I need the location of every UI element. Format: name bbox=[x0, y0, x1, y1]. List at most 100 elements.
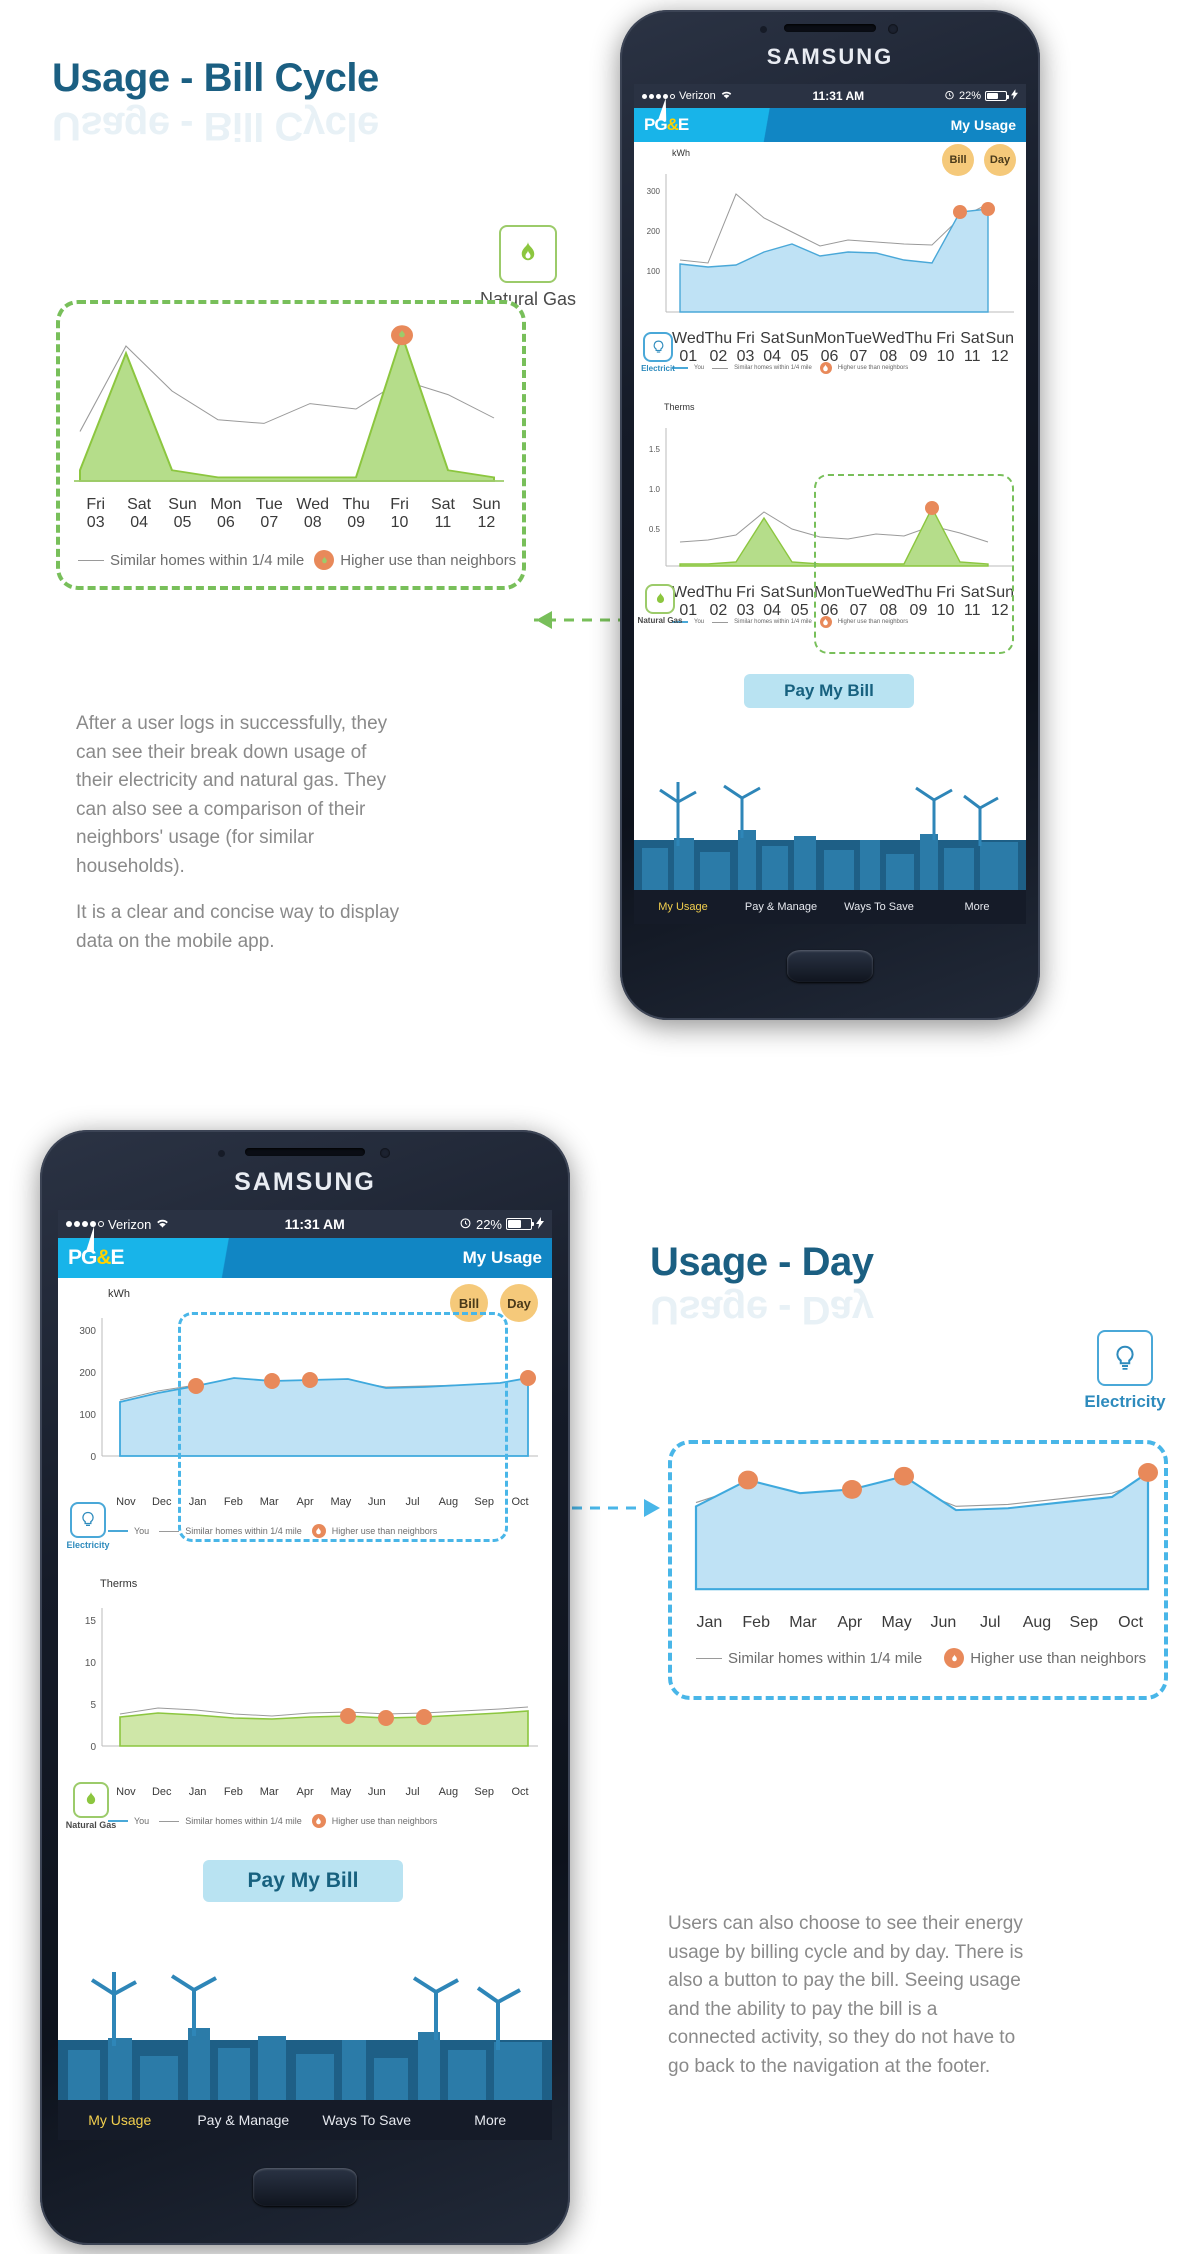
axis-tick: Jan bbox=[188, 1786, 207, 1798]
electricity-badge-callout: Electricity bbox=[1082, 1330, 1168, 1412]
axis-tick: Sat 11 bbox=[960, 584, 985, 620]
wifi-icon bbox=[155, 1217, 170, 1232]
gas-area-chart-2: 15 10 5 0 bbox=[85, 1608, 538, 1753]
y-tick-1-0: 1.0 bbox=[649, 485, 661, 494]
natural-gas-badge-1[interactable]: Natural Gas bbox=[636, 584, 684, 625]
flame-pin-icon bbox=[819, 616, 832, 628]
home-button[interactable] bbox=[787, 950, 873, 982]
y-tick-0: 0 bbox=[90, 1452, 96, 1463]
axis-tick: Jul bbox=[979, 1614, 1001, 1631]
app-header-2: PG&E My Usage bbox=[58, 1225, 552, 1278]
home-button[interactable] bbox=[253, 2168, 357, 2206]
lightbulb-icon bbox=[643, 332, 673, 362]
y-tick-1-5: 1.5 bbox=[649, 445, 661, 454]
y-tick-15: 15 bbox=[85, 1616, 97, 1627]
axis-tick: Apr bbox=[296, 1786, 314, 1798]
nav-item-ways-to-save[interactable]: Ways To Save bbox=[830, 901, 928, 913]
status-time: 11:31 AM bbox=[284, 1216, 345, 1232]
flame-pin-icon bbox=[314, 550, 335, 570]
legend-similar-homes: Similar homes within 1/4 mile bbox=[159, 1526, 302, 1536]
axis-tick: Jan bbox=[188, 1496, 207, 1508]
axis-tick: Aug bbox=[438, 1786, 459, 1798]
flame-pin-icon bbox=[311, 1814, 326, 1828]
natural-gas-badge-2[interactable]: Natural Gas bbox=[60, 1782, 122, 1830]
alarm-clock-icon bbox=[944, 89, 955, 103]
electricity-area-chart-1: 300 200 100 bbox=[647, 174, 1014, 313]
phone-bottom-bezel bbox=[620, 924, 1040, 1020]
y-axis-unit-therms: Therms bbox=[664, 402, 695, 412]
app-screen-title: My Usage bbox=[950, 117, 1016, 133]
electricity-x-axis-2: Nov Dec Jan Feb Mar Apr May Jun Jul Aug … bbox=[108, 1496, 538, 1509]
description-paragraph-1: After a user logs in successfully, they … bbox=[76, 713, 388, 877]
legend-higher-use: Higher use than neighbors bbox=[819, 362, 908, 374]
legend-higher-use: Higher use than neighbors bbox=[311, 1524, 437, 1538]
nav-item-my-usage[interactable]: My Usage bbox=[58, 2112, 182, 2128]
legend-similar-homes: Similar homes within 1/4 mile bbox=[712, 619, 812, 625]
battery-percent-label: 22% bbox=[475, 1216, 502, 1232]
alarm-clock-icon bbox=[459, 1216, 472, 1232]
page-title-usage-day: Usage - Day Usage - Day bbox=[650, 1240, 874, 1332]
carrier-label: Verizon bbox=[108, 1216, 152, 1232]
description-usage-day: Users can also choose to see their energ… bbox=[668, 1910, 1028, 2081]
axis-tick: Thu 09 bbox=[904, 330, 933, 366]
axis-tick: Jun bbox=[930, 1614, 957, 1631]
section-usage-day: Usage - Day Usage - Day Electricity Jan … bbox=[0, 1130, 1200, 2254]
pay-my-bill-button[interactable]: Pay My Bill bbox=[203, 1860, 403, 1902]
electricity-label-callout: Electricity bbox=[1084, 1392, 1166, 1411]
axis-tick: Sat 04 bbox=[127, 496, 152, 532]
electricity-area-chart-2: 300 200 100 0 bbox=[79, 1318, 538, 1463]
phone-screen-2: Verizon 11:31 AM 22% PG&E My Usage Bill … bbox=[58, 1210, 552, 2140]
axis-tick: Sun 05 bbox=[168, 496, 197, 532]
axis-tick: Jun bbox=[367, 1496, 386, 1508]
nav-item-my-usage[interactable]: My Usage bbox=[634, 901, 732, 913]
line-swatch-icon bbox=[159, 1820, 180, 1822]
axis-tick: Jul bbox=[405, 1786, 420, 1798]
electricity-badge-2[interactable]: Electricity bbox=[60, 1502, 116, 1550]
bottom-navigation-1[interactable]: My Usage Pay & Manage Ways To Save More bbox=[634, 890, 1026, 924]
y-tick-300: 300 bbox=[647, 187, 661, 196]
device-brand-label: SAMSUNG bbox=[234, 1168, 376, 1196]
gas-x-axis-2: Nov Dec Jan Feb Mar Apr May Jun Jul Aug … bbox=[108, 1786, 538, 1799]
nav-item-pay-manage[interactable]: Pay & Manage bbox=[732, 901, 830, 913]
gas-flame-icon bbox=[73, 1782, 109, 1818]
axis-tick: Tue 07 bbox=[255, 496, 283, 532]
axis-tick: Apr bbox=[296, 1496, 314, 1508]
electricity-chart-block-2: kWh 300 200 100 0 Nov Dec Jan Feb Mar Ap… bbox=[68, 1288, 544, 1558]
axis-tick: Fri 10 bbox=[936, 330, 955, 366]
flame-pin-icon bbox=[819, 362, 832, 374]
signal-strength-icon bbox=[66, 1221, 104, 1227]
legend-similar-homes: Similar homes within 1/4 mile bbox=[712, 365, 812, 371]
electricity-x-axis-callout: Jan Feb Mar Apr May Jun Jul Aug Sep Oct bbox=[686, 1614, 1154, 1632]
nav-item-more[interactable]: More bbox=[928, 901, 1026, 913]
legend-similar-homes: Similar homes within 1/4 mile bbox=[78, 552, 304, 569]
axis-tick: Feb bbox=[223, 1786, 243, 1798]
pay-my-bill-button[interactable]: Pay My Bill bbox=[744, 674, 914, 708]
electricity-chart-block-1: kWh 300 200 100 Wed01 Thu02 Fri03 Sat bbox=[642, 148, 1018, 388]
page-title-text: Usage - Bill Cycle bbox=[52, 56, 379, 100]
legend-higher-use: Higher use than neighbors bbox=[311, 1814, 437, 1828]
y-tick-200: 200 bbox=[79, 1368, 96, 1379]
nav-item-more[interactable]: More bbox=[429, 2112, 553, 2128]
bottom-navigation-2[interactable]: My Usage Pay & Manage Ways To Save More bbox=[58, 2100, 552, 2140]
axis-tick: Sep bbox=[1069, 1614, 1098, 1631]
axis-tick: May bbox=[330, 1786, 352, 1798]
nav-item-pay-manage[interactable]: Pay & Manage bbox=[182, 2112, 306, 2128]
gas-area-chart-1: 1.5 1.0 0.5 bbox=[649, 428, 1014, 567]
electricity-area-chart-callout bbox=[694, 1463, 1158, 1591]
axis-tick: Mar bbox=[259, 1496, 279, 1508]
natural-gas-label-1: Natural Gas bbox=[637, 616, 683, 625]
page-title-text: Usage - Day bbox=[650, 1240, 874, 1284]
legend-higher-use: Higher use than neighbors bbox=[819, 616, 908, 628]
axis-tick: Aug bbox=[438, 1496, 459, 1508]
phone-top-bezel: SAMSUNG bbox=[40, 1130, 570, 1210]
electricity-badge-1[interactable]: Electricit bbox=[636, 332, 680, 373]
axis-tick: Wed 08 bbox=[296, 496, 330, 532]
legend-higher-use: Higher use than neighbors bbox=[314, 550, 516, 570]
axis-tick: Thu 09 bbox=[342, 496, 370, 532]
axis-tick: Feb bbox=[742, 1614, 770, 1631]
phone-screen-1: Verizon 11:31 AM 22% PG&E My Usage Bill … bbox=[634, 84, 1026, 924]
y-tick-300: 300 bbox=[79, 1326, 96, 1337]
status-time: 11:31 AM bbox=[812, 89, 865, 103]
nav-item-ways-to-save[interactable]: Ways To Save bbox=[305, 2112, 429, 2128]
gas-chart-legend: Similar homes within 1/4 mile Higher use… bbox=[78, 550, 516, 570]
